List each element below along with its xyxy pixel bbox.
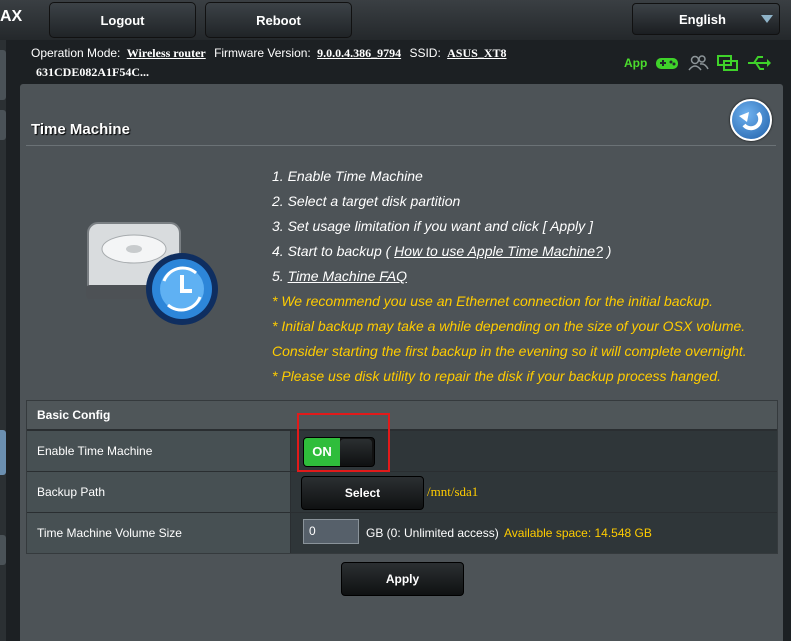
table-header: Basic Config: [27, 401, 777, 430]
ssid-link[interactable]: ASUS_XT8: [447, 46, 506, 60]
volume-size-unit: GB (0: Unlimited access): [366, 526, 499, 540]
note-2: * Initial backup may take a while depend…: [272, 318, 746, 334]
step-4-suffix: ): [602, 243, 612, 259]
firmware-link[interactable]: 9.0.0.4.386_9794: [317, 46, 401, 60]
enable-time-machine-label: Enable Time Machine: [27, 431, 291, 471]
network-devices-icon[interactable]: [717, 54, 739, 72]
language-label: English: [679, 11, 726, 27]
step-4: 4. Start to backup ( How to use Apple Ti…: [272, 239, 772, 264]
table-row: Enable Time Machine ON: [27, 430, 777, 471]
instructions: 1. Enable Time Machine 2. Select a targe…: [272, 164, 772, 389]
time-machine-disk-icon: [86, 222, 218, 325]
sidebar-tab[interactable]: [0, 50, 6, 100]
status-line: Operation Mode: Wireless router Firmware…: [31, 46, 512, 61]
app-link[interactable]: App: [624, 56, 647, 70]
step-5: 5. Time Machine FAQ: [272, 264, 772, 289]
left-sidebar-edge: [0, 40, 6, 641]
firmware-label: Firmware Version:: [214, 46, 311, 60]
operation-mode-label: Operation Mode:: [31, 46, 121, 60]
sidebar-tab[interactable]: [0, 535, 6, 565]
step-3: 3. Set usage limitation if you want and …: [272, 218, 593, 234]
time-machine-faq-link[interactable]: Time Machine FAQ: [288, 268, 407, 284]
main-panel: Time Machine 1. Enable Time Machine 2. S…: [20, 84, 783, 641]
step-5-text: 5.: [272, 268, 288, 284]
step-4-text: 4. Start to backup (: [272, 243, 395, 259]
backup-path-label: Backup Path: [27, 472, 291, 512]
status-icons: App: [624, 54, 772, 72]
top-bar: AX Logout Reboot English: [0, 0, 791, 40]
apple-time-machine-link[interactable]: How to use Apple Time Machine?: [394, 243, 603, 259]
table-row: Time Machine Volume Size 0 GB (0: Unlimi…: [27, 512, 777, 553]
select-button[interactable]: Select: [301, 476, 424, 510]
sidebar-tab[interactable]: [0, 430, 6, 475]
table-row: Backup Path Select /mnt/sda1: [27, 471, 777, 512]
page-title: Time Machine: [31, 121, 130, 138]
volume-size-input[interactable]: 0: [303, 519, 359, 544]
step-1: 1. Enable Time Machine: [272, 168, 423, 184]
back-button[interactable]: [730, 99, 772, 141]
ssid-label: SSID:: [409, 46, 441, 60]
apply-button[interactable]: Apply: [341, 562, 464, 596]
info-bar: Operation Mode: Wireless router Firmware…: [20, 40, 791, 84]
backup-path-text: /mnt/sda1: [427, 484, 479, 499]
note-3: Consider starting the first backup in th…: [272, 343, 747, 359]
chevron-down-icon: [761, 15, 773, 23]
reboot-button[interactable]: Reboot: [205, 2, 352, 38]
note-1: * We recommend you use an Ethernet conne…: [272, 293, 713, 309]
language-select[interactable]: English: [632, 3, 780, 35]
gamepad-icon[interactable]: [655, 54, 679, 72]
backup-path-value: Select /mnt/sda1: [291, 472, 777, 512]
divider: [26, 145, 776, 146]
sidebar-tab[interactable]: [0, 110, 6, 140]
ssid-line2[interactable]: 631CDE082A1F54C...: [36, 65, 149, 80]
step-2: 2. Select a target disk partition: [272, 193, 461, 209]
operation-mode-link[interactable]: Wireless router: [127, 46, 206, 60]
highlight-box: [297, 413, 390, 472]
basic-config-table: Basic Config Enable Time Machine ON Back…: [26, 400, 778, 554]
back-arrow-icon: [739, 111, 763, 131]
usb-icon[interactable]: [747, 54, 772, 72]
volume-size-value: 0 GB (0: Unlimited access) Available spa…: [291, 513, 777, 553]
brand-logo: AX: [0, 8, 23, 25]
users-icon[interactable]: [687, 54, 709, 72]
available-space: Available space: 14.548 GB: [504, 526, 652, 540]
logout-button[interactable]: Logout: [49, 2, 196, 38]
note-4: * Please use disk utility to repair the …: [272, 368, 722, 384]
volume-size-label: Time Machine Volume Size: [27, 513, 291, 553]
